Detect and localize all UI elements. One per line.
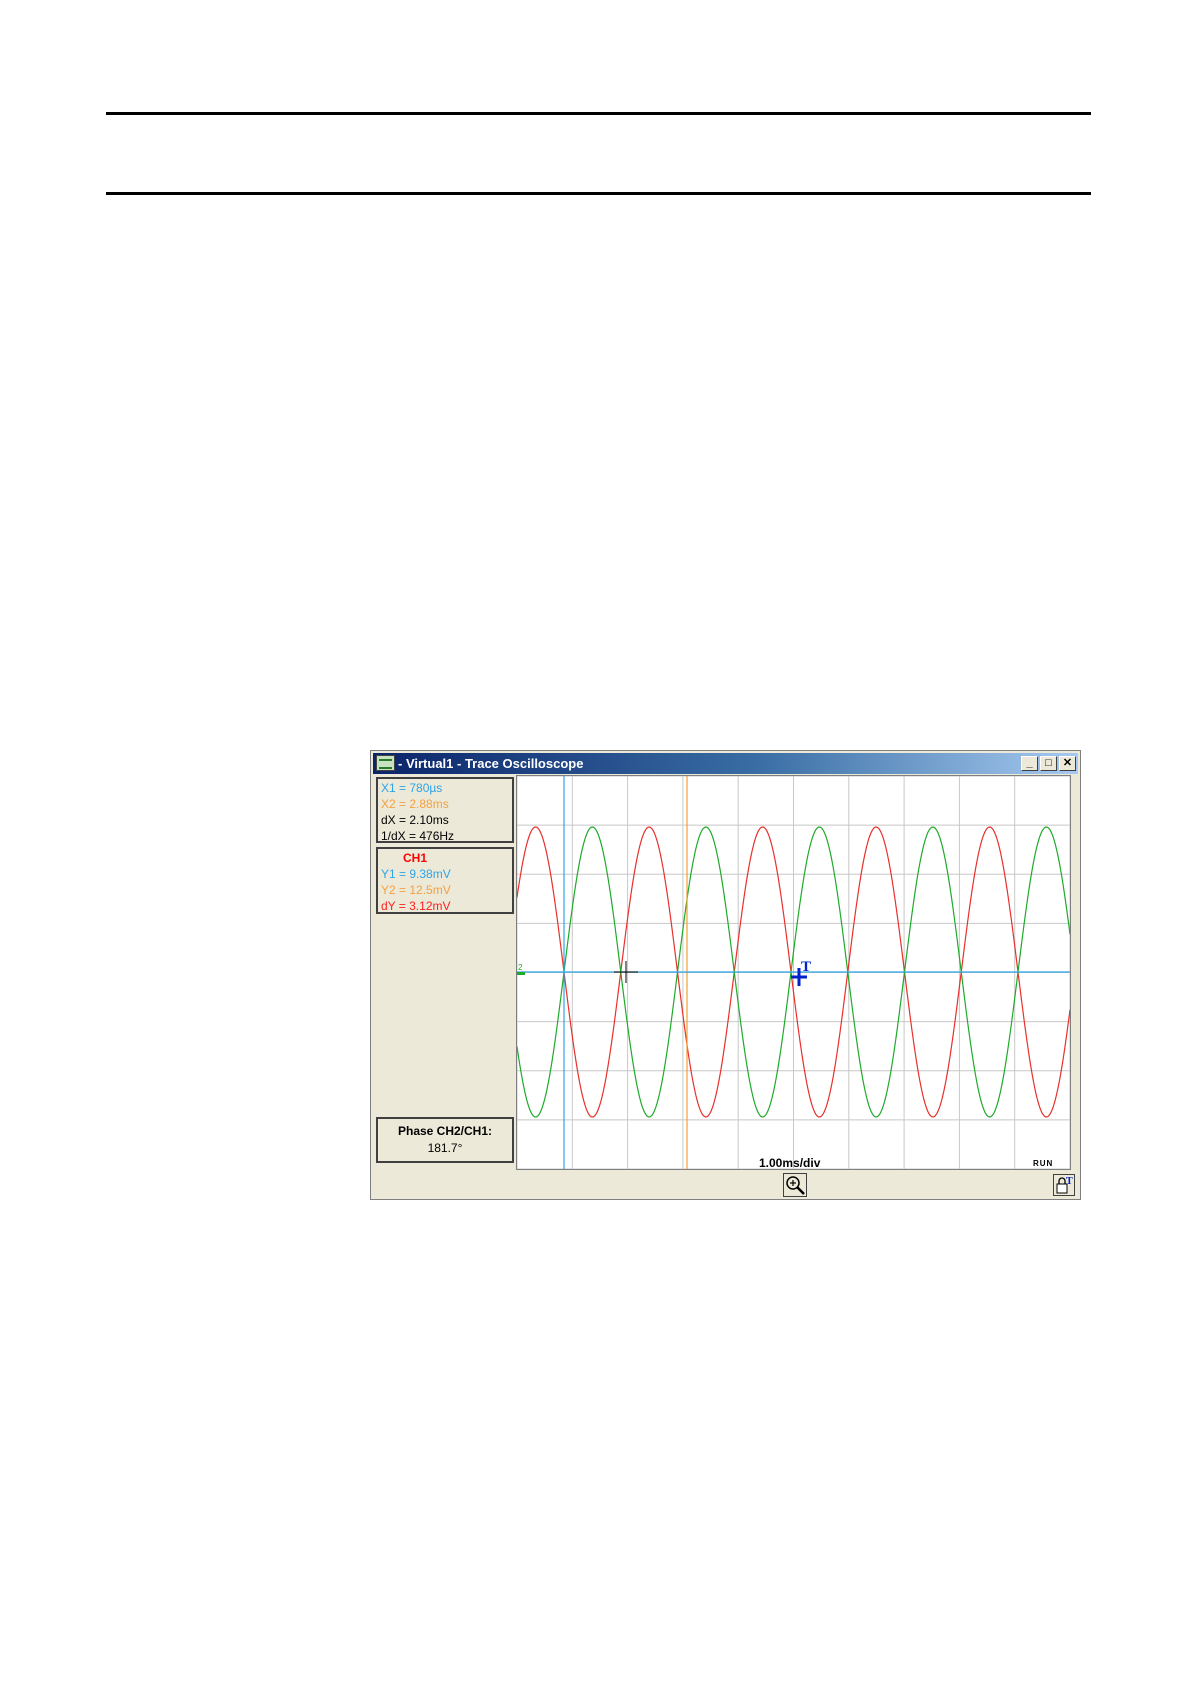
svg-text:T: T xyxy=(1066,1176,1073,1187)
lock-trigger-icon: T xyxy=(1056,1176,1073,1194)
crosshair-marker[interactable] xyxy=(614,961,638,983)
app-icon[interactable] xyxy=(376,755,395,771)
oscilloscope-window: - Virtual1 - Trace Oscilloscope _ □ ✕ X1… xyxy=(370,750,1081,1200)
minimize-button[interactable]: _ xyxy=(1021,756,1038,771)
inverse-dx-readout: 1/dX = 476Hz xyxy=(381,829,455,843)
window-title: - Virtual1 - Trace Oscilloscope xyxy=(398,756,584,771)
x1-readout: X1 = 780µs xyxy=(381,781,443,795)
maximize-button[interactable]: □ xyxy=(1040,756,1057,771)
dx-readout: dX = 2.10ms xyxy=(381,813,449,827)
timebase-label: 1.00ms/div xyxy=(759,1156,821,1170)
ground-marker[interactable]: 2 xyxy=(517,963,525,975)
y2-readout: Y2 = 12.5mV xyxy=(381,883,451,897)
y1-readout: Y1 = 9.38mV xyxy=(381,867,451,881)
waveform-canvas[interactable]: T 2 xyxy=(517,776,1070,1169)
channel-readout-panel: CH1 Y1 = 9.38mV Y2 = 12.5mV dY = 3.12mV xyxy=(376,847,514,914)
zoom-button[interactable] xyxy=(783,1173,807,1197)
phase-value: 181.7° xyxy=(427,1141,463,1155)
magnifier-plus-icon xyxy=(786,1176,805,1195)
phase-label: Phase CH2/CH1: xyxy=(397,1124,493,1138)
dy-readout: dY = 3.12mV xyxy=(381,899,451,913)
channel-title: CH1 xyxy=(403,851,428,865)
ground-label: 2 xyxy=(518,963,523,972)
cursor-readout-panel: X1 = 780µs X2 = 2.88ms dX = 2.10ms 1/dX … xyxy=(376,777,514,843)
trigger-label: T xyxy=(801,959,811,975)
run-status: RUN xyxy=(1033,1159,1054,1168)
lock-trigger-button[interactable]: T xyxy=(1053,1174,1075,1196)
title-bar[interactable]: - Virtual1 - Trace Oscilloscope _ □ ✕ xyxy=(373,753,1078,774)
x2-readout: X2 = 2.88ms xyxy=(381,797,449,811)
top-rule xyxy=(106,112,1091,115)
scope-display[interactable]: T 2 1.00ms/div RUN xyxy=(516,775,1071,1170)
phase-readout-panel: Phase CH2/CH1: 181.7° xyxy=(376,1117,514,1163)
close-button[interactable]: ✕ xyxy=(1059,756,1076,771)
bottom-rule xyxy=(106,192,1091,195)
